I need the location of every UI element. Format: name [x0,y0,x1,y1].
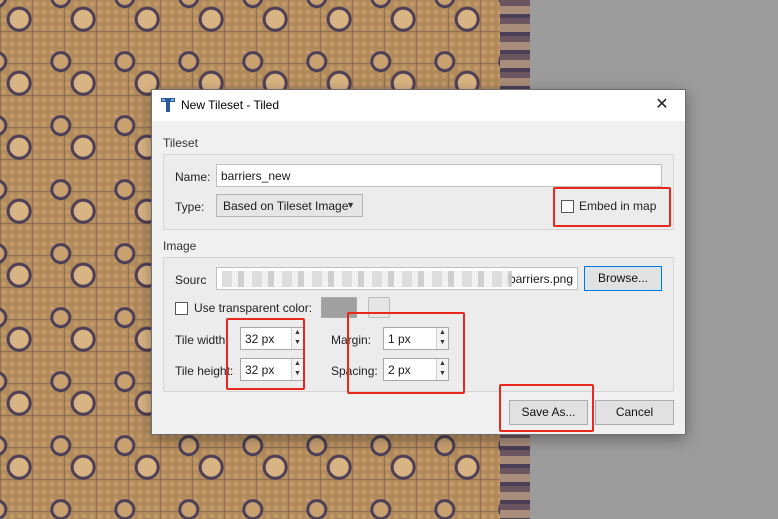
tileset-group-label: Tileset [163,136,198,150]
type-label: Type: [175,200,205,214]
tile-height-label: Tile height: [175,364,234,378]
dialog-title: New Tileset - Tiled [181,98,280,112]
type-select-value: Based on Tileset Image [223,199,349,213]
dialog-titlebar: New Tileset - Tiled ✕ [152,90,685,121]
use-transparent-color-label: Use transparent color: [194,301,313,315]
redacted-path-blur [222,271,512,287]
name-field[interactable]: barriers_new [216,164,662,187]
cancel-button[interactable]: Cancel [595,400,674,425]
highlight-tile-size [226,318,305,390]
tile-width-label: Tile width: [175,333,229,347]
highlight-save-as [499,384,594,432]
name-label: Name: [175,170,211,184]
cancel-button-label: Cancel [615,405,654,419]
close-icon[interactable]: ✕ [639,90,685,121]
highlight-margin-spacing [347,312,465,394]
chevron-down-icon: ▼ [346,200,355,210]
highlight-embed-in-map [553,187,671,227]
browse-button-label: Browse... [597,271,648,285]
type-select[interactable]: Based on Tileset Image ▼ [216,194,363,217]
tiled-app-icon [161,98,175,112]
browse-button[interactable]: Browse... [584,266,662,291]
image-group-label: Image [163,239,197,253]
use-transparent-color-checkbox[interactable] [175,302,188,315]
source-path-suffix: /barriers.png [505,272,573,286]
source-label: Sourc [175,273,207,287]
